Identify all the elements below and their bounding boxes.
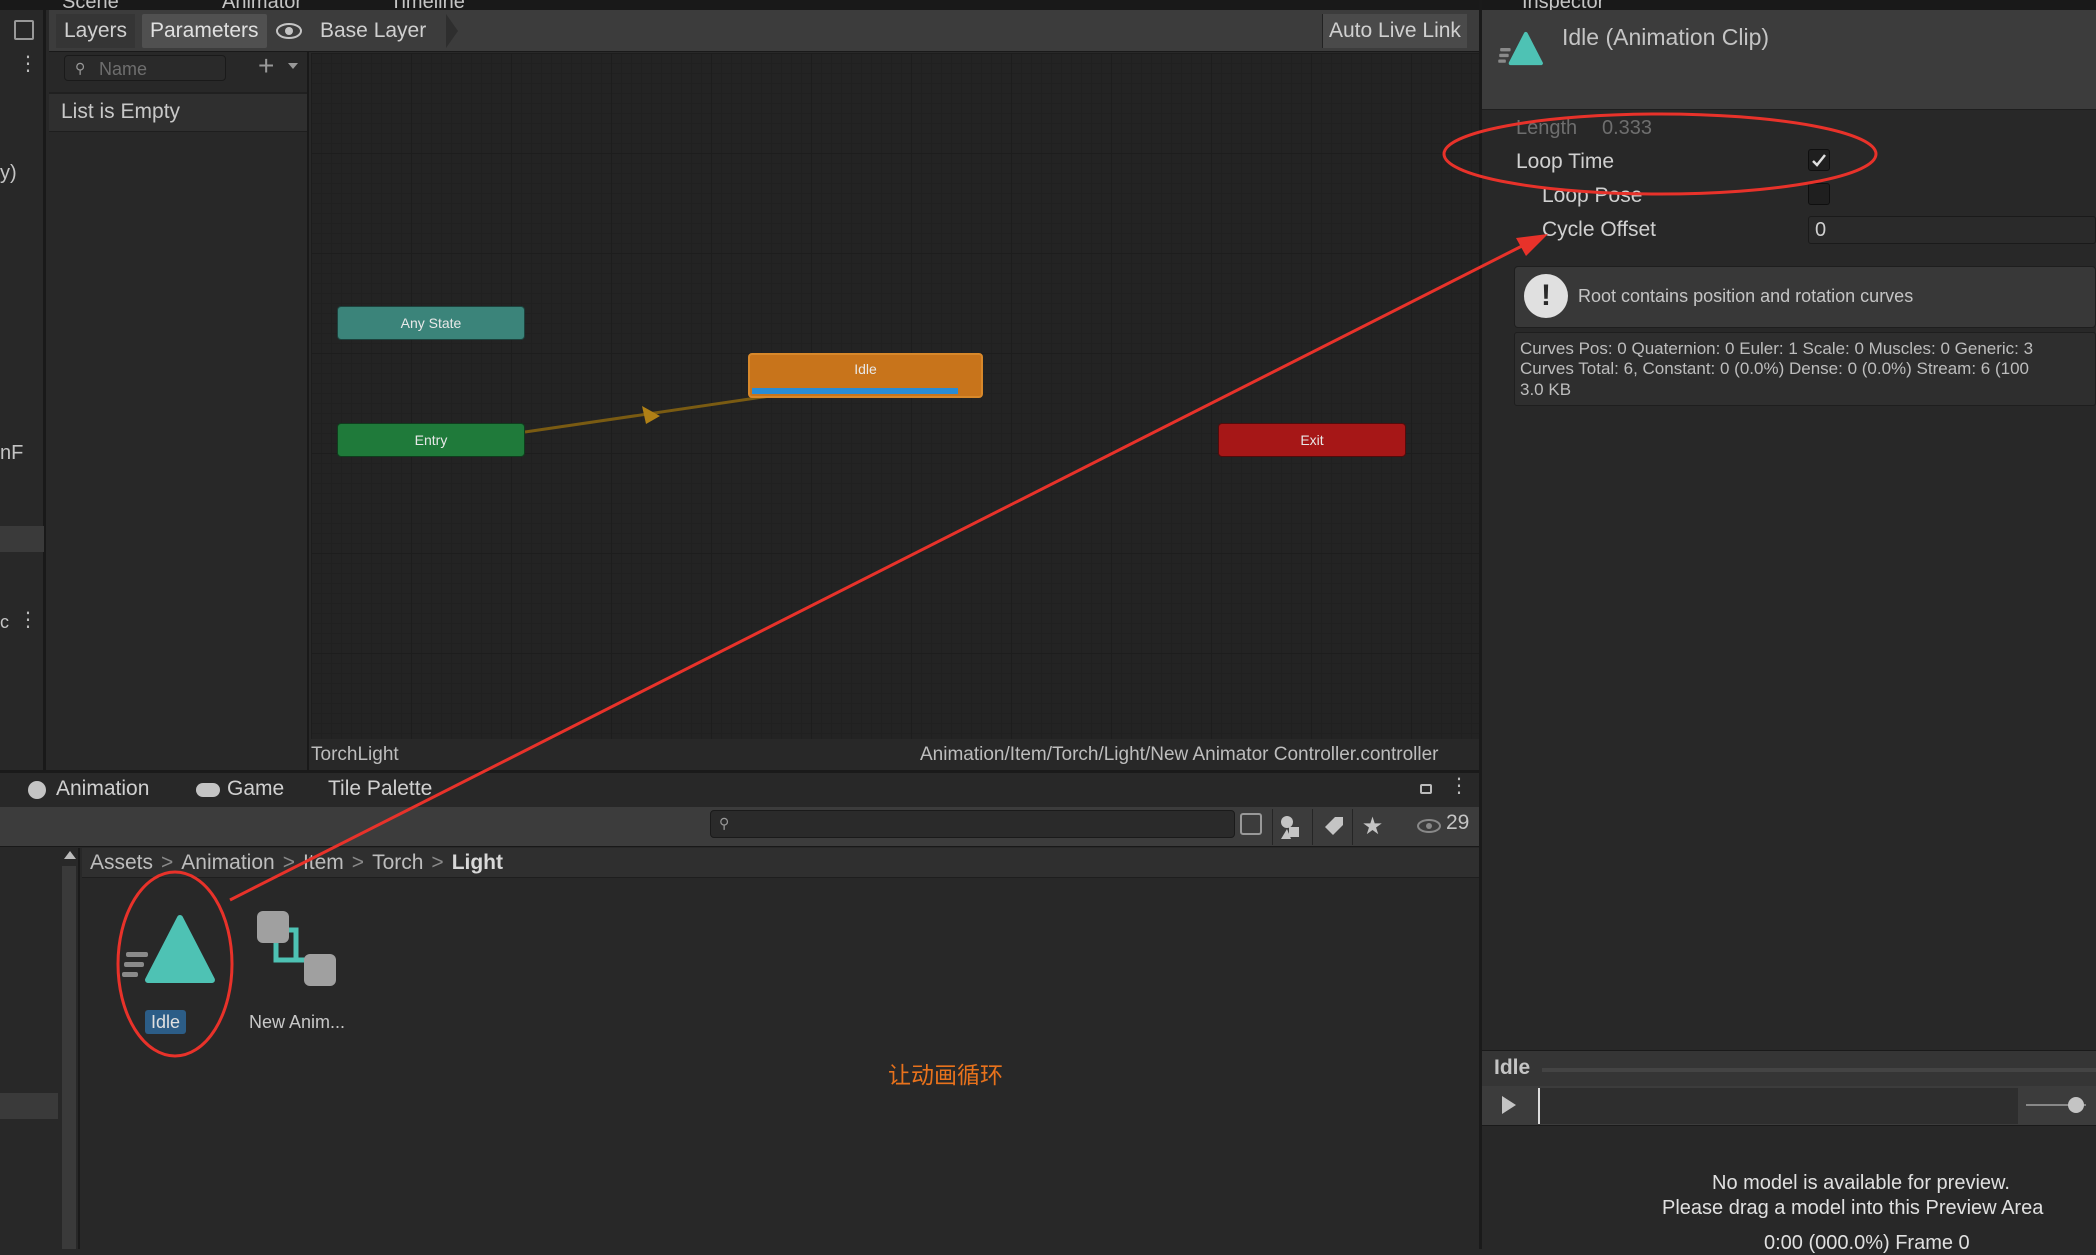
annotation-arrow <box>229 234 1548 902</box>
